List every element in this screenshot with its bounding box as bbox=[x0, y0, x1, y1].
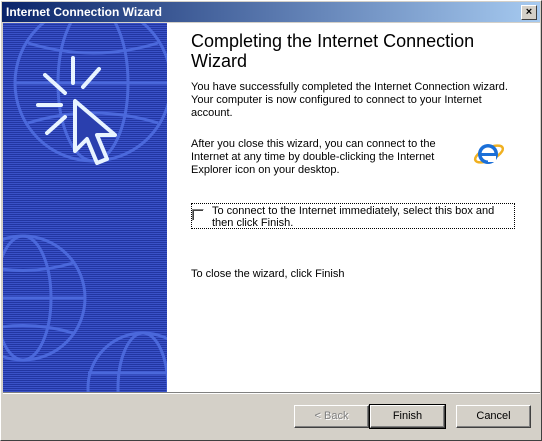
connect-instructions: After you close this wizard, you can con… bbox=[191, 138, 436, 176]
page-title: Completing the Internet Connection Wizar… bbox=[191, 31, 475, 71]
internet-explorer-icon bbox=[473, 144, 505, 164]
success-message: You have successfully completed the Inte… bbox=[191, 81, 508, 119]
close-instructions: To close the wizard, click Finish bbox=[191, 268, 345, 280]
globe-cursor-graphic bbox=[3, 23, 167, 392]
wizard-banner-image bbox=[3, 23, 167, 392]
connect-now-checkbox-row[interactable]: To connect to the Internet immediately, … bbox=[191, 203, 515, 229]
wizard-content: Completing the Internet Connection Wizar… bbox=[3, 23, 540, 392]
cancel-button[interactable]: Cancel bbox=[456, 405, 531, 428]
wizard-window: Internet Connection Wizard × Completing … bbox=[0, 0, 542, 441]
wizard-main-panel: Completing the Internet Connection Wizar… bbox=[167, 23, 540, 392]
finish-button[interactable]: Finish bbox=[369, 404, 446, 429]
window-title: Internet Connection Wizard bbox=[6, 5, 162, 19]
close-button[interactable]: × bbox=[521, 5, 537, 20]
back-button[interactable]: < Back bbox=[294, 405, 369, 428]
title-bar[interactable]: Internet Connection Wizard × bbox=[2, 2, 540, 22]
connect-now-label[interactable]: To connect to the Internet immediately, … bbox=[212, 205, 512, 229]
button-separator bbox=[3, 392, 540, 394]
connect-now-checkbox[interactable] bbox=[192, 209, 204, 221]
